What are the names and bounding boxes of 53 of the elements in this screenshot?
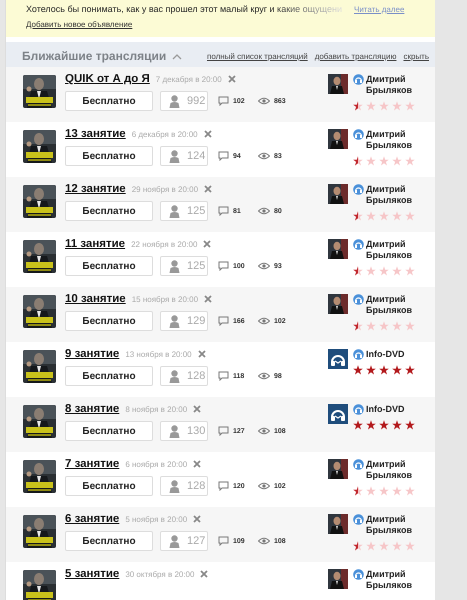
broadcast-date: 29 ноября в 20:00 (132, 184, 198, 194)
broadcast-title-link[interactable]: 11 занятие (65, 238, 126, 250)
price-button[interactable]: Бесплатно (65, 531, 153, 551)
price-button[interactable]: Бесплатно (65, 421, 153, 441)
broadcast-date: 5 ноября в 20:00 (125, 514, 188, 524)
author-name-link[interactable]: Дмитрий Брыляков (366, 514, 416, 536)
broadcast-title-link[interactable]: 10 занятие (65, 293, 126, 305)
author-name-link[interactable]: Дмитрий Брыляков (366, 184, 416, 206)
header-link[interactable]: скрыть (403, 52, 429, 60)
price-button[interactable]: Бесплатно (65, 366, 153, 386)
participants-count: 125 (187, 205, 206, 217)
participants-count: 992 (187, 95, 206, 107)
broadcast-title-link[interactable]: 12 занятие (65, 183, 126, 195)
broadcast-date: 6 декабря в 20:00 (132, 130, 198, 138)
broadcast-date: 30 октября в 20:00 (125, 570, 194, 578)
participants-count: 124 (187, 150, 206, 162)
author-name-link[interactable]: Дмитрий Брыляков (366, 239, 416, 261)
price-button[interactable]: Бесплатно (65, 146, 153, 166)
author-name-link[interactable]: Дмитрий Брыляков (366, 129, 416, 151)
price-button[interactable]: Бесплатно (65, 201, 153, 221)
broadcast-title-link[interactable]: 5 занятие (65, 568, 120, 580)
participants-count: 130 (187, 425, 206, 437)
broadcast-title-link[interactable]: 9 занятие (65, 348, 120, 360)
author-name-link[interactable]: Дмитрий Брыляков (366, 74, 416, 96)
broadcast-date: 6 ноября в 20:00 (125, 460, 188, 468)
participants-count: 125 (187, 260, 206, 272)
header-link[interactable]: добавить трансляцию (314, 52, 396, 60)
author-name-link[interactable]: Info-DVD (366, 404, 416, 415)
price-button[interactable]: Бесплатно (65, 476, 153, 496)
broadcast-title-link[interactable]: 7 занятие (65, 458, 120, 470)
author-name-link[interactable]: Info-DVD (366, 349, 416, 360)
author-name-link[interactable]: Дмитрий Брыляков (366, 569, 416, 591)
participants-count: 128 (187, 370, 206, 382)
add-notice-link[interactable]: Добавить новое объявление (26, 20, 132, 29)
broadcast-date: 7 декабря в 20:00 (156, 74, 222, 84)
author-name-link[interactable]: Дмитрий Брыляков (366, 294, 416, 316)
participants-count: 128 (187, 480, 206, 492)
price-button[interactable]: Бесплатно (65, 311, 153, 331)
participants-count: 127 (187, 535, 206, 547)
broadcast-title-link[interactable]: 6 занятие (65, 513, 120, 525)
broadcast-date: 13 ноября в 20:00 (125, 350, 192, 358)
price-button[interactable]: Бесплатно (65, 256, 153, 276)
broadcast-date: 15 ноября в 20:00 (132, 294, 198, 304)
author-name-link[interactable]: Дмитрий Брыляков (366, 459, 416, 481)
broadcast-title-link[interactable]: QUIK от А до Я (65, 73, 150, 85)
header-link[interactable]: полный список трансляций (206, 52, 308, 60)
broadcast-date: 22 ноября в 20:00 (131, 240, 198, 248)
section-title: Ближайшие трансляции (22, 49, 166, 63)
broadcast-date: 8 ноября в 20:00 (125, 404, 188, 414)
broadcast-title-link[interactable]: 8 занятие (65, 403, 120, 415)
broadcast-title-link[interactable]: 13 занятие (65, 128, 126, 140)
participants-count: 129 (187, 315, 206, 327)
price-button[interactable]: Бесплатно (65, 91, 153, 111)
